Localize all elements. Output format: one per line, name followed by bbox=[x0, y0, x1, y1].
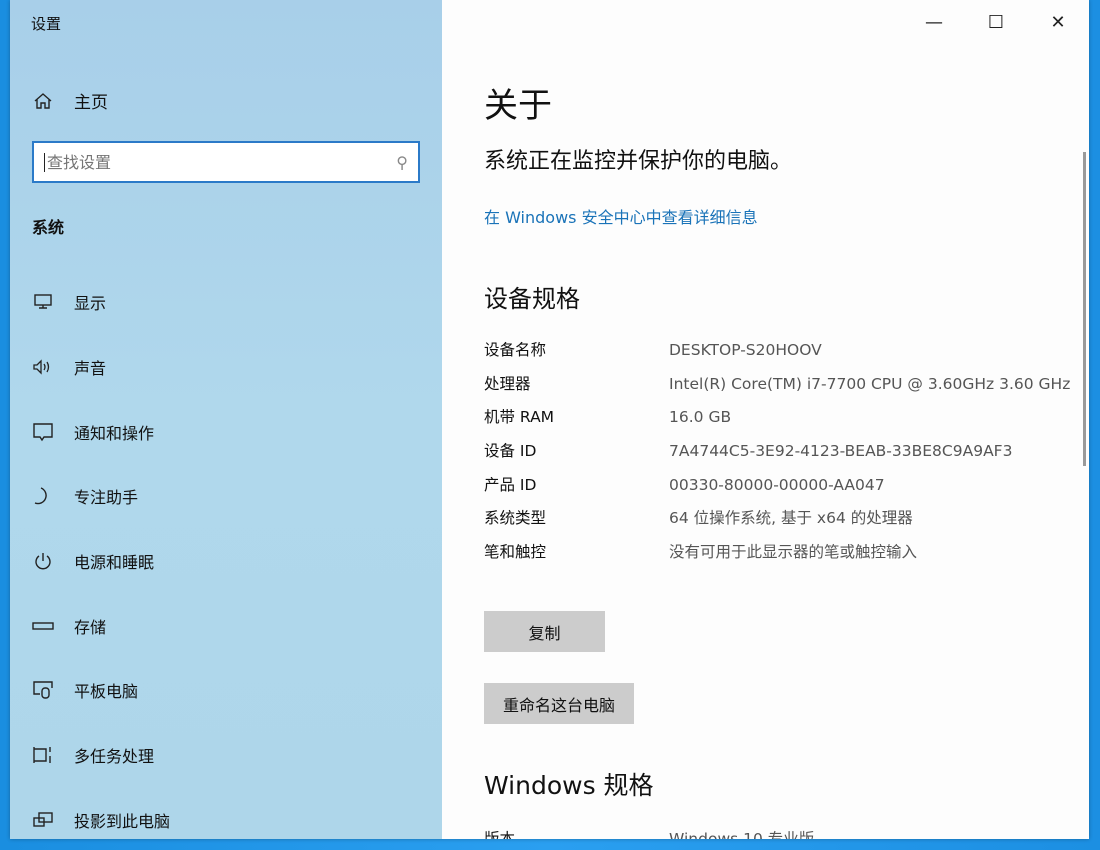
spec-label: 版本 bbox=[484, 827, 669, 839]
protection-status: 系统正在监控并保护你的电脑。 bbox=[484, 143, 792, 175]
sidebar-nav: 显示 声音 通知和操作 专注助手 电源和睡眠 存储 平板电脑 多任务处理 投影到… bbox=[32, 270, 170, 839]
search-icon[interactable]: ⚲ bbox=[396, 153, 408, 172]
spec-value: 64 位操作系统, 基于 x64 的处理器 bbox=[669, 506, 1074, 530]
sidebar-item-project[interactable]: 投影到此电脑 bbox=[32, 788, 170, 840]
power-icon bbox=[32, 551, 54, 571]
spec-value: 00330-80000-00000-AA047 bbox=[669, 473, 1074, 497]
spec-row: 设备 ID7A4744C5-3E92-4123-BEAB-33BE8C9A9AF… bbox=[484, 439, 1084, 463]
spec-value: Intel(R) Core(TM) i7-7700 CPU @ 3.60GHz … bbox=[669, 372, 1074, 396]
sidebar-item-label: 存储 bbox=[74, 614, 106, 638]
spec-label: 产品 ID bbox=[484, 473, 669, 497]
sidebar-item-power-sleep[interactable]: 电源和睡眠 bbox=[32, 529, 170, 594]
sidebar: 设置 主页 ⚲ 系统 显示 声音 通知和操作 专注助手 电源和睡眠 存储 平板电… bbox=[10, 0, 442, 839]
moon-icon bbox=[32, 486, 54, 506]
sidebar-item-label: 通知和操作 bbox=[74, 420, 154, 444]
security-center-link[interactable]: 在 Windows 安全中心中查看详细信息 bbox=[484, 204, 758, 228]
windows-specs-heading: Windows 规格 bbox=[484, 766, 654, 802]
minimize-button[interactable]: — bbox=[903, 0, 965, 44]
sidebar-item-label: 多任务处理 bbox=[74, 743, 154, 767]
spec-label: 系统类型 bbox=[484, 506, 669, 530]
spec-row: 系统类型64 位操作系统, 基于 x64 的处理器 bbox=[484, 506, 1084, 530]
sidebar-item-sound[interactable]: 声音 bbox=[32, 335, 170, 400]
sidebar-item-label: 投影到此电脑 bbox=[74, 808, 170, 832]
scrollbar[interactable] bbox=[1083, 152, 1086, 466]
notification-icon bbox=[32, 422, 54, 442]
project-icon bbox=[32, 810, 54, 830]
search-input[interactable] bbox=[44, 153, 396, 172]
spec-label: 设备名称 bbox=[484, 338, 669, 362]
search-box[interactable]: ⚲ bbox=[32, 141, 420, 183]
spec-label: 设备 ID bbox=[484, 439, 669, 463]
sidebar-item-multitasking[interactable]: 多任务处理 bbox=[32, 723, 170, 788]
spec-label: 处理器 bbox=[484, 372, 669, 396]
tablet-icon bbox=[32, 680, 54, 700]
storage-icon bbox=[32, 621, 54, 631]
spec-label: 机带 RAM bbox=[484, 405, 669, 429]
sidebar-item-tablet[interactable]: 平板电脑 bbox=[32, 658, 170, 723]
settings-window: 设置 主页 ⚲ 系统 显示 声音 通知和操作 专注助手 电源和睡眠 存储 平板电… bbox=[10, 0, 1089, 839]
app-title: 设置 bbox=[31, 13, 61, 34]
spec-value: DESKTOP-S20HOOV bbox=[669, 338, 1074, 362]
copy-button[interactable]: 复制 bbox=[484, 611, 605, 652]
sidebar-home[interactable]: 主页 bbox=[32, 88, 108, 113]
spec-value: 16.0 GB bbox=[669, 405, 1074, 429]
spec-row: 笔和触控没有可用于此显示器的笔或触控输入 bbox=[484, 540, 1084, 564]
spec-row: 设备名称DESKTOP-S20HOOV bbox=[484, 338, 1084, 362]
spec-value: Windows 10 专业版 bbox=[669, 827, 814, 839]
content-pane: — ☐ ✕ 关于 系统正在监控并保护你的电脑。 在 Windows 安全中心中查… bbox=[442, 0, 1089, 839]
sidebar-item-label: 平板电脑 bbox=[74, 678, 138, 702]
sidebar-item-display[interactable]: 显示 bbox=[32, 270, 170, 335]
speaker-icon bbox=[32, 358, 54, 376]
home-label: 主页 bbox=[74, 88, 108, 113]
multitask-icon bbox=[32, 745, 54, 765]
spec-label: 笔和触控 bbox=[484, 540, 669, 564]
spec-value: 没有可用于此显示器的笔或触控输入 bbox=[669, 540, 1074, 564]
spec-row: 处理器Intel(R) Core(TM) i7-7700 CPU @ 3.60G… bbox=[484, 372, 1084, 396]
sidebar-item-label: 声音 bbox=[74, 355, 106, 379]
spec-value: 7A4744C5-3E92-4123-BEAB-33BE8C9A9AF3 bbox=[669, 439, 1074, 463]
page-title: 关于 bbox=[484, 78, 552, 127]
sidebar-item-label: 显示 bbox=[74, 290, 106, 314]
spec-row: 产品 ID00330-80000-00000-AA047 bbox=[484, 473, 1084, 497]
sidebar-item-focus-assist[interactable]: 专注助手 bbox=[32, 464, 170, 529]
monitor-icon bbox=[32, 293, 54, 311]
maximize-button[interactable]: ☐ bbox=[965, 0, 1027, 44]
sidebar-item-label: 专注助手 bbox=[74, 484, 138, 508]
device-specs-list: 设备名称DESKTOP-S20HOOV 处理器Intel(R) Core(TM)… bbox=[484, 338, 1084, 574]
sidebar-item-storage[interactable]: 存储 bbox=[32, 593, 170, 658]
sidebar-item-label: 电源和睡眠 bbox=[74, 549, 154, 573]
rename-pc-button[interactable]: 重命名这台电脑 bbox=[484, 683, 634, 724]
device-specs-heading: 设备规格 bbox=[484, 279, 580, 314]
home-icon bbox=[32, 91, 54, 111]
spec-row: 版本Windows 10 专业版 bbox=[484, 827, 814, 839]
section-title: 系统 bbox=[32, 214, 64, 238]
sidebar-item-notifications[interactable]: 通知和操作 bbox=[32, 399, 170, 464]
close-button[interactable]: ✕ bbox=[1027, 0, 1089, 44]
spec-row: 机带 RAM16.0 GB bbox=[484, 405, 1084, 429]
